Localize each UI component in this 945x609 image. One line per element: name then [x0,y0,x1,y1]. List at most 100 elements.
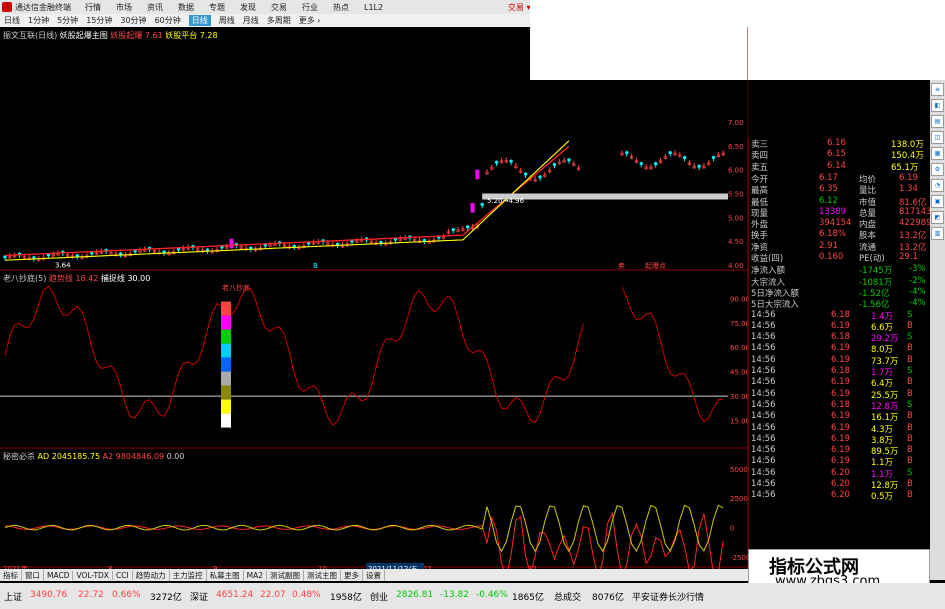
tick-row: 14:56 6.18 12.8万 S [749,400,931,412]
sz-index-name[interactable]: 深证 [190,590,208,603]
tick-volume: 29.2万 [871,334,899,345]
trade-menu[interactable]: 交易 ▾ [508,2,531,13]
side-tab-icon[interactable]: ⚙ [931,163,944,176]
menu-item[interactable]: 交易 [271,2,287,13]
indicator-tab[interactable]: 设置 [363,569,386,581]
stat-label2: PE(动) [859,254,885,264]
tick-price: 6.19 [831,422,850,433]
side-tab-icon[interactable]: ◧ [931,99,944,112]
stat-value: 6.35 [819,184,838,195]
tick-volume: 4.3万 [871,424,894,435]
indicator-tab[interactable]: 主力监控 [170,569,207,581]
indicator-tab[interactable]: CCI [113,570,133,580]
side-tab-icon[interactable]: ◫ [931,131,944,144]
period-item[interactable]: 5分钟 [57,15,78,26]
tick-side: B [907,388,913,399]
main-chart-title: 振文互联(日线) 妖股起爆主图 妖股起爆 7.61 妖股平台 7.28 [3,30,218,41]
side-tab-icon[interactable]: ▥ [931,227,944,240]
side-tab-icon[interactable]: ▦ [931,147,944,160]
menu-item[interactable]: 行情 [85,2,101,13]
ind1-axis-label: 45.00 [730,369,748,377]
period-item[interactable]: 60分钟 [155,15,181,26]
stat-row: 收益(四) 0.160 PE(动) 29.1 [749,252,931,264]
candle [495,161,499,164]
stat-row: 外盘 394154 内盘 422989 [749,218,931,230]
line1-value: 7.61 [144,31,163,40]
signal-stack [221,343,231,358]
candle [668,151,672,155]
indicator-tab[interactable]: 趋势动力 [133,569,170,581]
indicator-tab[interactable]: 更多 [341,569,364,581]
broker-name[interactable]: 平安证券长沙行情 [632,590,704,603]
tick-side: B [907,411,913,422]
side-tab-icon[interactable]: ▤ [931,115,944,128]
indicator-tab[interactable]: MA2 [244,570,268,580]
menu-item[interactable]: 市场 [116,2,132,13]
stat-value2: 81.6亿 [899,197,927,208]
chart-canvas[interactable]: 7.00 6.50 6.00 5.50 5.00 4.50 4.00 5.20→4.96 3.6… [0,27,770,580]
stat-value2: 13.2亿 [899,242,927,253]
flow-value: -1081万 [859,277,893,288]
candle [567,158,571,162]
period-item[interactable]: 更多 › [299,15,321,26]
ind2-axis-label: 0 [730,525,734,533]
sz-amount: 1958亿 [330,593,362,603]
sz-index-value: 4651.24 [216,590,254,600]
period-item[interactable]: 多周期 [267,15,291,26]
menu-item[interactable]: L1L2 [364,3,383,12]
period-item[interactable]: 15分钟 [86,15,112,26]
menu-item[interactable]: 数据 [178,2,194,13]
indicator-tab[interactable]: VOL-TDX [73,570,113,580]
ind1-axis-label: 90.00 [730,295,748,303]
sh-index-name[interactable]: 上证 [4,590,22,603]
stat-value2: 1.34 [899,184,918,195]
side-tabs: ≡ ◧ ▤ ◫ ▦ ⚙ ◔ ▣ ◩ ▥ [930,80,945,580]
ind2-name: 秘密必杀 [3,452,35,461]
period-item[interactable]: 1分钟 [28,15,49,26]
menu-item[interactable]: 专题 [209,2,225,13]
menu-item[interactable]: 发现 [240,2,256,13]
tick-row: 14:56 6.19 6.6万 B [749,320,931,333]
candle [639,162,643,165]
tick-row: 14:56 6.20 0.5万 B [749,490,931,502]
cy-index-name[interactable]: 创业 [370,590,388,603]
side-tab-icon[interactable]: ≡ [931,83,944,96]
chart-area[interactable]: 7.00 6.50 6.00 5.50 5.00 4.50 4.00 5.20→4.96 3.6… [0,27,770,580]
ind2-red-line [4,511,724,580]
ind1-axis-label: 60.00 [730,344,748,352]
side-tab-icon[interactable]: ▣ [931,195,944,208]
menu-item[interactable]: 热点 [333,2,349,13]
total-label: 总成交 [554,593,582,603]
indicator-tab[interactable]: 指标 [0,569,22,581]
tick-side: S [907,309,913,320]
side-tab-icon[interactable]: ◩ [931,211,944,224]
ask-price: 6.15 [827,149,846,160]
indicator-tab[interactable]: 测试主图 [304,569,342,581]
menu-item[interactable]: 资讯 [147,2,163,13]
indicator-tab[interactable]: 测试副图 [267,569,305,581]
menu-item[interactable]: 行业 [302,2,318,13]
indicator-tab[interactable]: 私募主图 [207,569,244,581]
period-item[interactable]: 日线 [4,15,20,26]
tick-side: B [907,320,913,331]
price-axis-label: 5.50 [728,191,744,199]
period-item-selected[interactable]: 日线 [188,15,211,26]
period-item[interactable]: 月线 [243,15,259,26]
flow-value: -1745万 [859,266,893,277]
price-axis-label: 6.00 [728,167,744,175]
period-item[interactable]: 30分钟 [120,15,146,26]
sh-index-change: 22.72 [78,590,104,600]
period-item[interactable]: 周线 [219,15,235,26]
signal-stack [221,357,231,372]
tick-time: 14:56 [751,343,776,354]
cy-index-value: 2826.81 [396,590,434,600]
tick-side: B [907,377,913,388]
ask-row: 卖五 6.14 65.1万 [749,161,931,173]
flow-label: 5日净流入额 [751,288,799,299]
side-tab-icon[interactable]: ◔ [931,179,944,192]
tick-price: 6.19 [831,388,850,399]
signal-stack [221,385,231,400]
indicator-tab[interactable]: 窗口 [22,569,44,581]
ind1-title: 老八抄底(5) 趋势线 16.42 捕捉线 30.00 [3,273,150,284]
indicator-tab[interactable]: MACD [44,570,74,580]
